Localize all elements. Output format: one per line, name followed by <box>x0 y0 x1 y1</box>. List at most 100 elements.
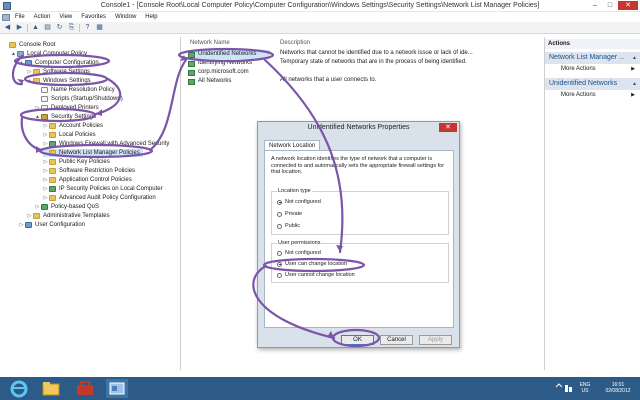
expand-toggle-icon[interactable]: ▲ <box>35 113 40 121</box>
expand-toggle-icon[interactable]: ▷ <box>19 221 24 229</box>
properties-dialog: Unidentified Networks Properties ✕ Netwo… <box>257 121 460 348</box>
up-one-level-icon[interactable]: ▲ <box>31 23 40 32</box>
internet-explorer-icon[interactable] <box>8 379 30 398</box>
column-header-network-name[interactable]: Network Name <box>190 40 230 46</box>
tree-node[interactable]: ▷ Software Settings <box>27 68 90 76</box>
collapse-arrow-icon[interactable]: ▲ <box>632 78 637 90</box>
more-actions-label: More Actions <box>561 66 596 72</box>
toolbox-app-icon[interactable] <box>74 379 96 398</box>
help-icon[interactable]: ? <box>83 23 92 32</box>
tree-node[interactable]: ▷ Deployed Printers <box>35 104 99 112</box>
tree-node[interactable]: ▷ IP Security Policies on Local Computer <box>43 185 163 193</box>
tree-node[interactable]: ▷ Account Policies <box>43 122 103 130</box>
tree-node-label: Windows Settings <box>43 78 91 84</box>
tree-node[interactable]: ▷ Windows Firewall with Advanced Security <box>43 140 169 148</box>
tree-node[interactable]: Network List Manager Policies <box>43 149 143 157</box>
expand-toggle-icon[interactable]: ▷ <box>43 122 48 130</box>
title-bar: Console1 - [Console Root\Local Computer … <box>0 0 640 12</box>
console-tree-pane[interactable]: Console Root ▲ Local Computer Policy ▲ Compu… <box>0 37 181 370</box>
mmc-taskbar-icon[interactable] <box>106 379 128 398</box>
tree-node-label: User Configuration <box>35 222 86 228</box>
tree-node[interactable]: ▷ Policy-based QoS <box>35 203 99 211</box>
tree-node[interactable]: ▷ Local Policies <box>43 131 96 139</box>
menu-view[interactable]: View <box>59 14 72 20</box>
collapse-arrow-icon[interactable]: ▲ <box>632 52 637 64</box>
expand-toggle-icon[interactable]: ▷ <box>35 104 40 112</box>
properties-icon[interactable]: ▦ <box>95 23 104 32</box>
radio-user-cannot-change-location[interactable]: User cannot change location <box>277 271 355 279</box>
clock[interactable]: 16:01 02/08/2012 <box>600 382 636 394</box>
expand-toggle-icon[interactable]: ▷ <box>43 185 48 193</box>
clock-date: 02/08/2012 <box>605 388 631 394</box>
language-indicator[interactable]: ENG US <box>578 382 592 394</box>
more-actions-item[interactable]: More Actions ▶ <box>561 91 639 100</box>
expand-toggle-icon[interactable]: ▷ <box>43 158 48 166</box>
refresh-icon[interactable]: ↻ <box>55 23 64 32</box>
tab-network-location[interactable]: Network Location <box>264 140 321 150</box>
back-icon[interactable]: ◀ <box>3 23 12 32</box>
menu-file[interactable]: File <box>15 14 25 20</box>
list-item[interactable]: All Networks <box>188 77 231 86</box>
expand-toggle-icon[interactable]: ▷ <box>27 68 32 76</box>
radio-selected-icon <box>277 199 282 205</box>
radio-icon <box>277 223 282 229</box>
tree-node[interactable]: ▷ User Configuration <box>19 221 85 229</box>
radio-location-private[interactable]: Private <box>277 210 302 218</box>
close-button[interactable]: ✕ <box>618 1 638 10</box>
radio-location-public[interactable]: Public <box>277 222 300 230</box>
menu-action[interactable]: Action <box>34 14 51 20</box>
list-item[interactable]: Unidentified Networks <box>188 50 270 59</box>
apply-button[interactable]: Apply <box>419 335 452 345</box>
expand-toggle-icon[interactable]: ▷ <box>35 203 40 211</box>
tree-node[interactable]: ▲ Windows Settings <box>27 77 91 85</box>
network-icon <box>188 60 195 67</box>
computer-icon <box>25 222 32 228</box>
tree-node[interactable]: ▷ Administrative Templates <box>27 212 110 220</box>
tree-node[interactable]: ▷ Software Restriction Policies <box>43 167 135 175</box>
cancel-button[interactable]: Cancel <box>380 335 413 345</box>
file-explorer-icon[interactable] <box>40 379 62 398</box>
more-actions-item[interactable]: More Actions ▶ <box>561 65 639 74</box>
tree-node[interactable]: ▲ Security Settings <box>35 113 96 121</box>
tree-node[interactable]: ▷ Application Control Policies <box>43 176 132 184</box>
radio-user-can-change-location[interactable]: User can change location <box>277 260 347 268</box>
radio-permission-not-configured[interactable]: Not configured <box>277 249 321 257</box>
toolbar-separator <box>79 23 80 32</box>
folder-icon <box>49 177 56 183</box>
menu-help[interactable]: Help <box>145 14 157 20</box>
expand-toggle-icon[interactable]: ▷ <box>43 167 48 175</box>
tree-node[interactable]: ▷ Advanced Audit Policy Configuration <box>43 194 156 202</box>
show-hide-tree-icon[interactable]: ▤ <box>43 23 52 32</box>
maximize-button[interactable]: □ <box>603 1 617 10</box>
console-menu-icon[interactable] <box>2 13 10 21</box>
radio-icon <box>277 272 282 278</box>
tree-node[interactable]: ▲ Computer Configuration <box>19 59 99 67</box>
menu-favorites[interactable]: Favorites <box>81 14 106 20</box>
expand-toggle-icon[interactable]: ▷ <box>43 131 48 139</box>
minimize-button[interactable]: – <box>588 1 602 10</box>
expand-toggle-icon[interactable]: ▷ <box>43 140 48 148</box>
list-item[interactable]: corp.microsoft.com <box>188 68 249 77</box>
menu-window[interactable]: Window <box>115 14 136 20</box>
expand-toggle-icon[interactable]: ▷ <box>27 212 32 220</box>
expand-toggle-icon[interactable]: ▷ <box>43 194 48 202</box>
radio-location-not-configured[interactable]: Not configured <box>277 198 321 206</box>
export-list-icon[interactable]: ⎘ <box>67 23 76 32</box>
dialog-close-button[interactable]: ✕ <box>439 123 457 132</box>
ok-button[interactable]: OK <box>341 335 374 345</box>
actions-section-unidentified-networks[interactable]: Unidentified Networks ▲ <box>545 78 640 90</box>
list-item[interactable]: Identifying Networks <box>188 59 252 68</box>
column-header-description[interactable]: Description <box>280 40 310 46</box>
expand-toggle-icon[interactable]: ▲ <box>27 77 32 85</box>
tree-node[interactable]: Name Resolution Policy <box>35 86 115 94</box>
actions-section-network-list-manager[interactable]: Network List Manager ... ▲ <box>545 52 640 64</box>
expand-toggle-icon[interactable]: ▷ <box>43 176 48 184</box>
expand-toggle-icon[interactable]: ▲ <box>19 59 24 67</box>
tree-node[interactable]: ▷ Public Key Policies <box>43 158 110 166</box>
tree-node[interactable]: ▲ Local Computer Policy <box>11 50 87 58</box>
forward-icon[interactable]: ▶ <box>15 23 24 32</box>
expand-toggle-icon[interactable]: ▲ <box>11 50 16 58</box>
system-tray-icons[interactable] <box>552 379 576 398</box>
tree-node[interactable]: Scripts (Startup/Shutdown) <box>35 95 123 103</box>
tree-node[interactable]: Console Root <box>3 41 55 49</box>
